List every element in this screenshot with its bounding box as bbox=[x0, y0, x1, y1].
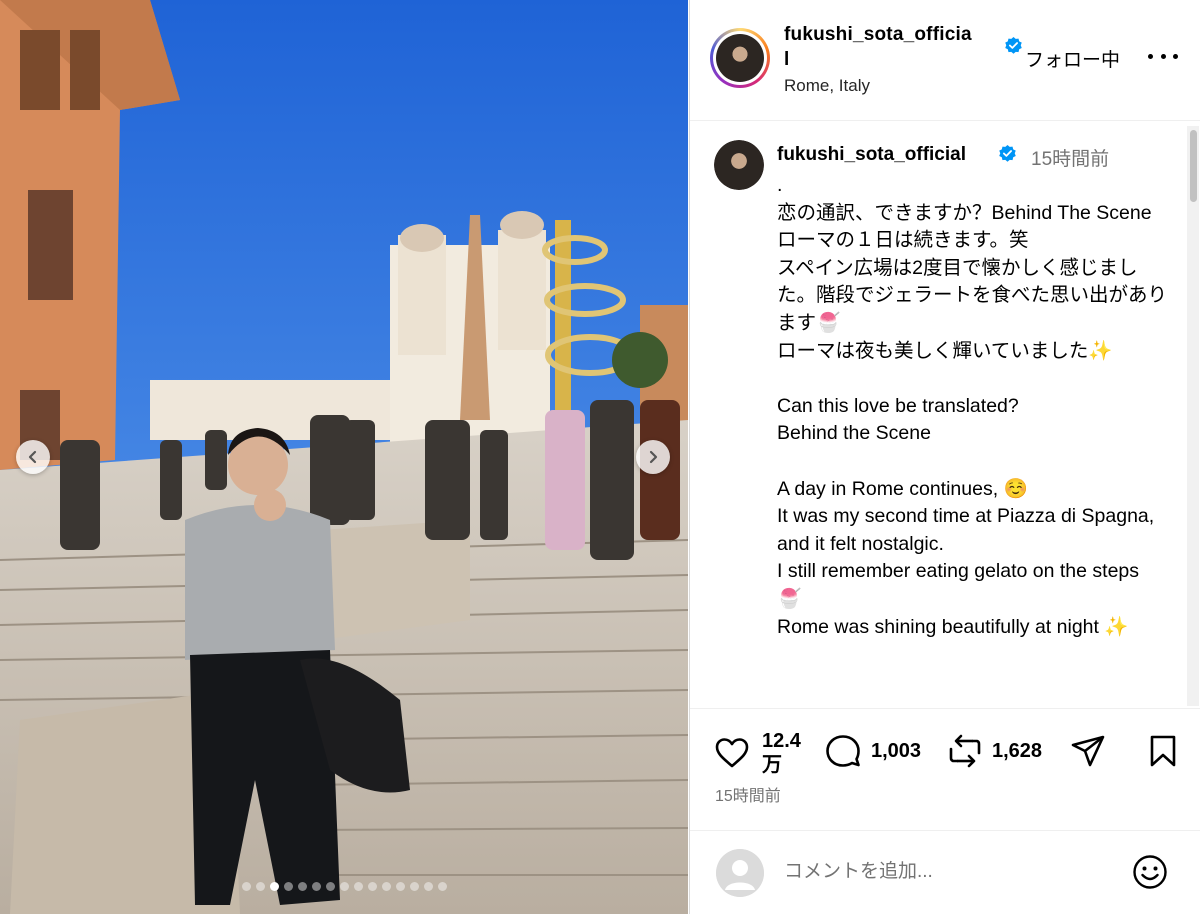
carousel-dot bbox=[423, 882, 433, 891]
carousel-dot bbox=[269, 882, 279, 891]
caption-username[interactable]: fukushi_sota_official bbox=[777, 144, 966, 166]
comment-input[interactable] bbox=[784, 858, 1084, 886]
caption-timestamp[interactable]: 15時間前 bbox=[1031, 144, 1109, 171]
current-user-avatar bbox=[716, 849, 764, 897]
like-button[interactable]: 12.4 万 bbox=[714, 729, 801, 777]
comment-bubble-icon bbox=[826, 735, 860, 767]
caption-text: . 恋の通訳、できますか？Behind The Scene ローマの１日は続きま… bbox=[777, 174, 1168, 638]
post-timestamp[interactable]: 15時間前 bbox=[715, 782, 781, 806]
carousel-dot bbox=[325, 882, 335, 891]
post-photo bbox=[0, 0, 688, 914]
repost-icon bbox=[949, 734, 981, 768]
repost-count[interactable]: 1,628 bbox=[992, 739, 1042, 763]
chevron-right-icon bbox=[649, 450, 658, 464]
add-comment-row bbox=[690, 830, 1200, 914]
action-bar: 12.4 万 1,003 1,628 15時間前 bbox=[690, 708, 1200, 838]
repost-button[interactable]: 1,628 bbox=[948, 733, 1042, 769]
bookmark-icon bbox=[1150, 735, 1176, 767]
header-username[interactable]: fukushi_sota_officia l bbox=[784, 22, 1009, 72]
post-header: fukushi_sota_officia l フォロー中 Rome, Italy bbox=[690, 0, 1200, 121]
carousel-dot bbox=[255, 882, 265, 891]
carousel-dot bbox=[353, 882, 363, 891]
carousel-dot bbox=[409, 882, 419, 891]
carousel-dot bbox=[395, 882, 405, 891]
carousel-dot bbox=[241, 882, 251, 891]
carousel-dot bbox=[311, 882, 321, 891]
post-side-panel: fukushi_sota_officia l フォロー中 Rome, Italy… bbox=[689, 0, 1200, 914]
carousel-dot bbox=[283, 882, 293, 891]
save-button[interactable] bbox=[1148, 734, 1178, 768]
verified-badge-icon bbox=[998, 144, 1017, 165]
avatar-story-ring[interactable] bbox=[710, 28, 770, 88]
more-horizontal-icon bbox=[1148, 53, 1153, 59]
carousel-dot bbox=[437, 882, 447, 891]
header-username-line2: l bbox=[784, 49, 790, 70]
carousel-dot bbox=[367, 882, 377, 891]
paper-plane-icon bbox=[1071, 735, 1105, 767]
scrollbar-thumb[interactable] bbox=[1190, 130, 1197, 202]
like-count[interactable]: 12.4 万 bbox=[762, 729, 801, 777]
avatar bbox=[716, 34, 764, 82]
comment-count[interactable]: 1,003 bbox=[871, 739, 921, 763]
caption-scrollbar[interactable] bbox=[1187, 126, 1199, 706]
heart-icon bbox=[715, 738, 749, 768]
instagram-post-view: fukushi_sota_officia l フォロー中 Rome, Italy… bbox=[0, 0, 1200, 914]
carousel-dot bbox=[339, 882, 349, 891]
default-user-icon bbox=[716, 849, 764, 897]
emoji-button[interactable] bbox=[1132, 854, 1168, 895]
share-button[interactable] bbox=[1070, 734, 1106, 768]
header-username-line1: fukushi_sota_officia bbox=[784, 24, 972, 45]
more-options-button[interactable] bbox=[1148, 44, 1178, 68]
caption-area: fukushi_sota_official 15時間前 . 恋の通訳、できますか… bbox=[690, 122, 1200, 707]
smiley-icon bbox=[1133, 855, 1167, 889]
carousel-dot bbox=[381, 882, 391, 891]
location-link[interactable]: Rome, Italy bbox=[784, 76, 870, 96]
carousel-indicator bbox=[0, 882, 688, 891]
rome-spanish-steps-photo bbox=[0, 0, 688, 914]
comment-button[interactable]: 1,003 bbox=[825, 734, 921, 768]
chevron-left-icon bbox=[28, 450, 37, 464]
following-button[interactable]: フォロー中 bbox=[1025, 45, 1120, 72]
carousel-dot bbox=[297, 882, 307, 891]
carousel-next-button[interactable] bbox=[636, 440, 670, 474]
verified-badge-icon bbox=[1004, 36, 1023, 57]
carousel-prev-button[interactable] bbox=[16, 440, 50, 474]
caption-avatar[interactable] bbox=[714, 140, 764, 190]
